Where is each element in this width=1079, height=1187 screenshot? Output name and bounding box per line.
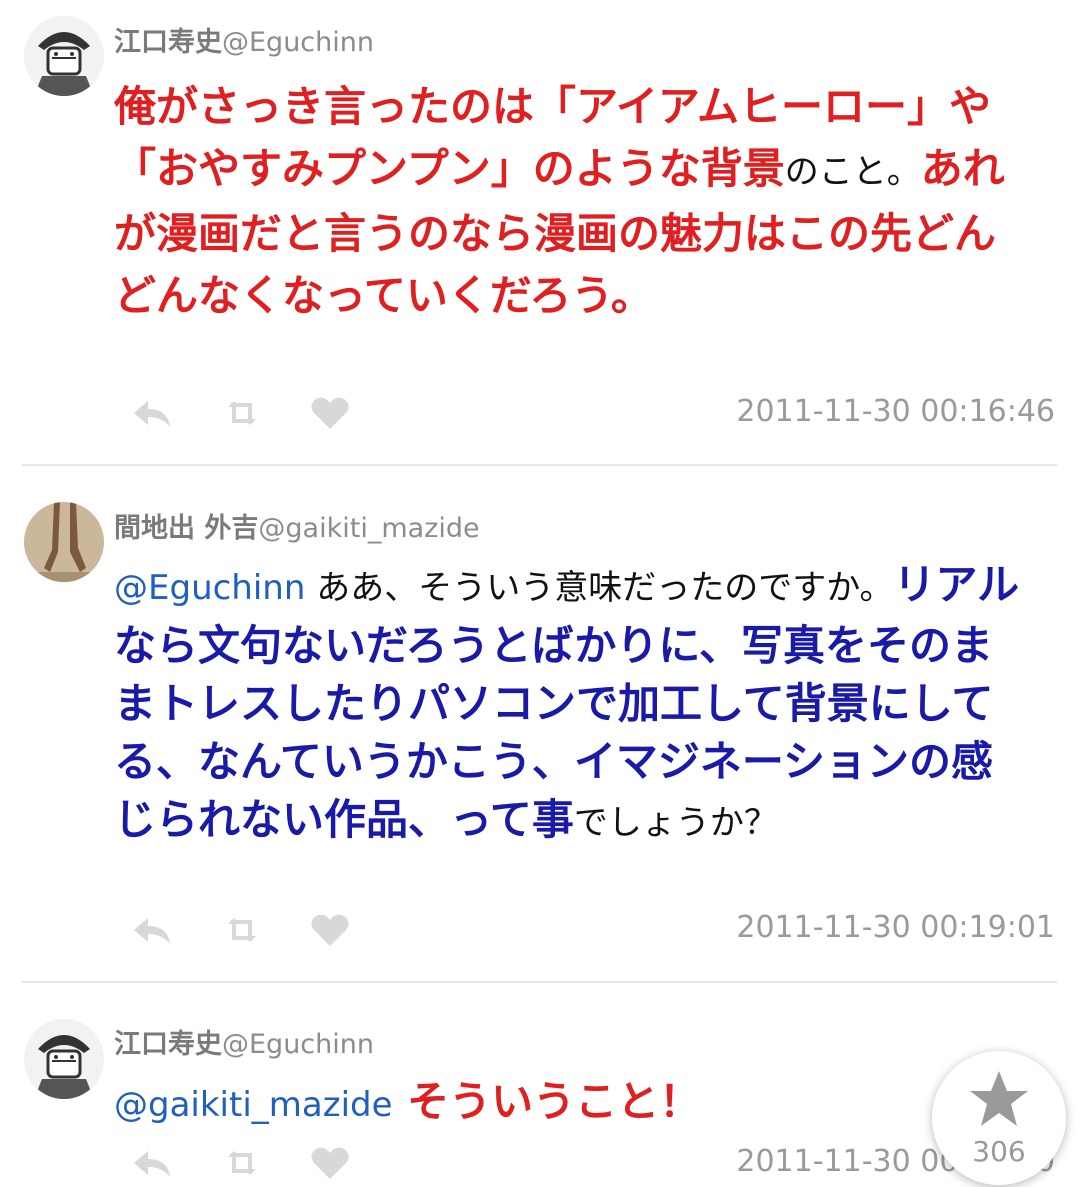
retweet-icon [228,918,256,942]
heart-icon [311,1147,349,1179]
author-line: 江口寿史@Eguchinn [114,20,374,59]
avatar-eguchi[interactable] [24,1019,104,1099]
author-name: 間地出 外吉 [114,513,259,544]
retweet-button[interactable] [220,910,264,950]
reply-icon [134,918,170,944]
mention-link[interactable]: @Eguchinn [114,568,305,608]
tweet-timestamp[interactable]: 2011-11-30 00:19:01 [736,910,1055,945]
favorite-count: 306 [972,1135,1026,1168]
reply-button[interactable] [130,910,174,950]
divider [22,464,1057,466]
author-name: 江口寿史 [114,27,222,58]
reply-icon [134,1151,170,1177]
text-plain: のこと。 [784,152,921,192]
heart-icon [311,914,349,946]
reply-icon [134,401,170,427]
heart-icon [311,397,349,429]
tweet-text: @Eguchinn ああ、そういう意味だったのですか。リアルなら文句ないだろうと… [114,556,1034,852]
author-handle[interactable]: @gaikiti_mazide [258,513,479,544]
reply-button[interactable] [130,1143,174,1183]
tweet-timestamp[interactable]: 2011-11-30 00:16:46 [736,394,1055,429]
author-name: 江口寿史 [114,1029,222,1060]
like-button[interactable] [308,393,352,433]
author-handle[interactable]: @Eguchinn [222,1029,374,1060]
text-red: そういうこと！ [392,1077,702,1126]
author-line: 間地出 外吉@gaikiti_mazide [114,506,480,545]
retweet-button[interactable] [220,1143,264,1183]
tweet-text: 俺がさっき言ったのは「アイアムヒーロー」や「おやすみプンプン」のような背景のこと… [114,76,1034,327]
author-line: 江口寿史@Eguchinn [114,1022,374,1061]
retweet-icon [228,1151,256,1175]
text-plain: ああ、そういう意味だったのですか。 [305,568,894,608]
tweet-text: @gaikiti_mazide そういうこと！ [114,1073,1034,1134]
reply-button[interactable] [130,393,174,433]
retweet-icon [228,401,256,425]
avatar-eguchi[interactable] [24,16,104,96]
retweet-button[interactable] [220,393,264,433]
avatar-gaikiti[interactable] [24,502,104,582]
author-handle[interactable]: @Eguchinn [222,27,374,58]
like-button[interactable] [308,1143,352,1183]
divider [22,981,1057,983]
star-icon [970,1071,1028,1126]
favorite-fab[interactable]: 306 [932,1051,1066,1185]
mention-link[interactable]: @gaikiti_mazide [114,1085,393,1125]
like-button[interactable] [308,910,352,950]
text-plain: でしょうか？ [573,803,778,843]
